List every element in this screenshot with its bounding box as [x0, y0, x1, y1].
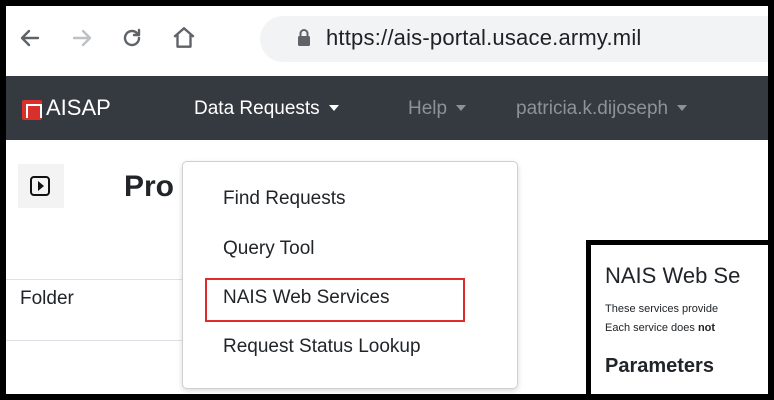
page-title: Pro: [124, 170, 175, 203]
menu-item-nais-web-services[interactable]: NAIS Web Services: [223, 287, 389, 309]
nav-data-requests-label: Data Requests: [194, 98, 320, 119]
divider: [6, 340, 186, 341]
divider: [6, 279, 186, 280]
panel-line2-bold: not: [697, 322, 716, 334]
folder-label: Folder: [20, 288, 74, 309]
url-text[interactable]: https://ais-portal.usace.army.mil: [326, 25, 642, 51]
panel-subheading: Parameters: [605, 355, 714, 377]
nav-user-label: patricia.k.dijoseph: [516, 98, 669, 119]
menu-item-request-status-lookup[interactable]: Request Status Lookup: [223, 336, 421, 358]
app-navbar: AISAP Data Requests Help patricia.k.dijo…: [6, 76, 768, 140]
back-arrow-icon[interactable]: [12, 20, 48, 56]
nav-help[interactable]: Help: [408, 98, 467, 120]
forward-arrow-icon[interactable]: [64, 20, 100, 56]
lock-icon[interactable]: [296, 28, 312, 53]
panel-description-line-2: Each service does not: [605, 322, 715, 334]
play-icon: [30, 176, 50, 196]
nav-help-label: Help: [408, 98, 448, 119]
panel-title: NAIS Web Se: [605, 263, 741, 288]
data-requests-dropdown: Find Requests Query Tool NAIS Web Servic…: [182, 161, 518, 389]
caret-down-icon: [456, 105, 467, 111]
menu-item-query-tool[interactable]: Query Tool: [223, 238, 315, 260]
brand-name[interactable]: AISAP: [46, 95, 111, 121]
reload-icon[interactable]: [114, 20, 150, 56]
home-icon[interactable]: [166, 20, 202, 56]
panel-line2-prefix: Each service does: [605, 322, 698, 334]
nav-user-menu[interactable]: patricia.k.dijoseph: [516, 98, 688, 120]
nais-web-services-panel: NAIS Web Se These services provide Each …: [586, 240, 768, 394]
nav-data-requests[interactable]: Data Requests: [194, 98, 339, 120]
panel-description-line-1: These services provide: [605, 303, 719, 315]
caret-down-icon: [677, 105, 688, 111]
menu-item-find-requests[interactable]: Find Requests: [223, 188, 346, 210]
caret-down-icon: [328, 105, 339, 111]
screenshot-frame: https://ais-portal.usace.army.mil AISAP …: [6, 6, 768, 394]
brand-logo-icon[interactable]: [22, 100, 42, 120]
browser-toolbar: https://ais-portal.usace.army.mil: [6, 6, 768, 76]
